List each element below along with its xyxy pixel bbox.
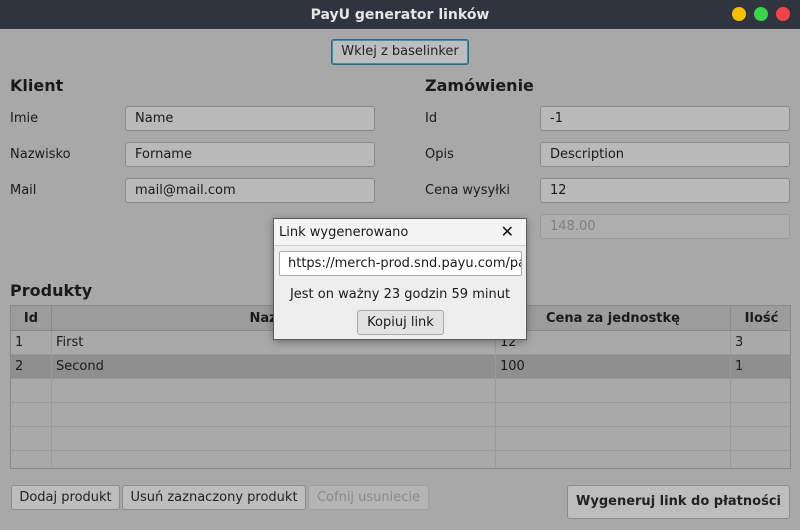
cell-price: 100 bbox=[496, 355, 731, 379]
cell-id: 1 bbox=[11, 331, 52, 355]
cell-name: Second bbox=[52, 355, 496, 379]
window-title: PayU generator linków bbox=[310, 7, 490, 23]
last-name-input[interactable]: Forname bbox=[125, 142, 375, 167]
column-header-id[interactable]: Id bbox=[11, 306, 52, 331]
empty-cell bbox=[496, 451, 731, 468]
empty-cell bbox=[11, 427, 52, 451]
empty-cell bbox=[11, 451, 52, 468]
mail-input[interactable]: mail@mail.com bbox=[125, 178, 375, 203]
empty-cell bbox=[52, 427, 496, 451]
client-section-title: Klient bbox=[10, 76, 64, 95]
total-price-field: 148.00 bbox=[540, 214, 790, 239]
title-bar: PayU generator linków bbox=[0, 0, 800, 29]
order-desc-input[interactable]: Description bbox=[540, 142, 790, 167]
empty-row bbox=[11, 427, 790, 451]
table-row-selected[interactable]: 2 Second 100 1 bbox=[11, 355, 790, 379]
order-id-label: Id bbox=[425, 111, 438, 126]
empty-cell bbox=[731, 451, 790, 468]
empty-cell bbox=[731, 427, 790, 451]
empty-cell bbox=[11, 379, 52, 403]
empty-cell bbox=[496, 403, 731, 427]
order-section-title: Zamówienie bbox=[425, 76, 534, 95]
column-header-qty[interactable]: Ilość bbox=[731, 306, 790, 331]
empty-row bbox=[11, 403, 790, 427]
empty-cell bbox=[496, 379, 731, 403]
first-name-input[interactable]: Name bbox=[125, 106, 375, 131]
generated-link-field[interactable]: https://merch-prod.snd.payu.com/pay bbox=[279, 251, 522, 276]
window-controls bbox=[732, 7, 790, 21]
undo-remove-button[interactable]: Cofnij usuniecie bbox=[308, 485, 429, 510]
remove-selected-product-button[interactable]: Usuń zaznaczony produkt bbox=[122, 485, 306, 510]
maximize-button[interactable] bbox=[754, 7, 768, 21]
link-generated-dialog: Link wygenerowano ✕ https://merch-prod.s… bbox=[273, 218, 527, 340]
empty-cell bbox=[52, 403, 496, 427]
last-name-label: Nazwisko bbox=[10, 147, 71, 162]
empty-cell bbox=[731, 379, 790, 403]
mail-label: Mail bbox=[10, 183, 37, 198]
order-desc-label: Opis bbox=[425, 147, 454, 162]
validity-message: Jest on ważny 23 godzin 59 minut bbox=[289, 287, 511, 302]
paste-from-baselinker-button[interactable]: Wklej z baselinker bbox=[331, 39, 469, 65]
empty-row bbox=[11, 379, 790, 403]
products-section-title: Produkty bbox=[10, 281, 93, 300]
copy-link-button[interactable]: Kopiuj link bbox=[357, 310, 444, 335]
cell-qty: 1 bbox=[735, 359, 744, 374]
generate-payment-link-button[interactable]: Wygeneruj link do płatności bbox=[567, 485, 790, 519]
first-name-label: Imie bbox=[10, 111, 39, 126]
empty-cell bbox=[11, 403, 52, 427]
empty-cell bbox=[52, 379, 496, 403]
empty-cell bbox=[496, 427, 731, 451]
empty-row bbox=[11, 451, 790, 468]
add-product-button[interactable]: Dodaj produkt bbox=[11, 485, 120, 510]
empty-cell bbox=[731, 403, 790, 427]
dialog-header: Link wygenerowano ✕ bbox=[274, 219, 526, 246]
shipping-price-input[interactable]: 12 bbox=[540, 178, 790, 203]
dialog-title: Link wygenerowano bbox=[279, 225, 409, 240]
shipping-price-label: Cena wysyłki bbox=[425, 183, 511, 198]
minimize-button[interactable] bbox=[732, 7, 746, 21]
close-icon[interactable]: ✕ bbox=[501, 222, 514, 241]
close-window-button[interactable] bbox=[776, 7, 790, 21]
order-id-input[interactable]: -1 bbox=[540, 106, 790, 131]
column-header-price[interactable]: Cena za jednostkę bbox=[496, 306, 731, 331]
empty-cell bbox=[52, 451, 496, 468]
cell-qty: 3 bbox=[735, 335, 744, 350]
cell-price: 12 bbox=[496, 331, 731, 355]
cell-id: 2 bbox=[11, 355, 52, 379]
